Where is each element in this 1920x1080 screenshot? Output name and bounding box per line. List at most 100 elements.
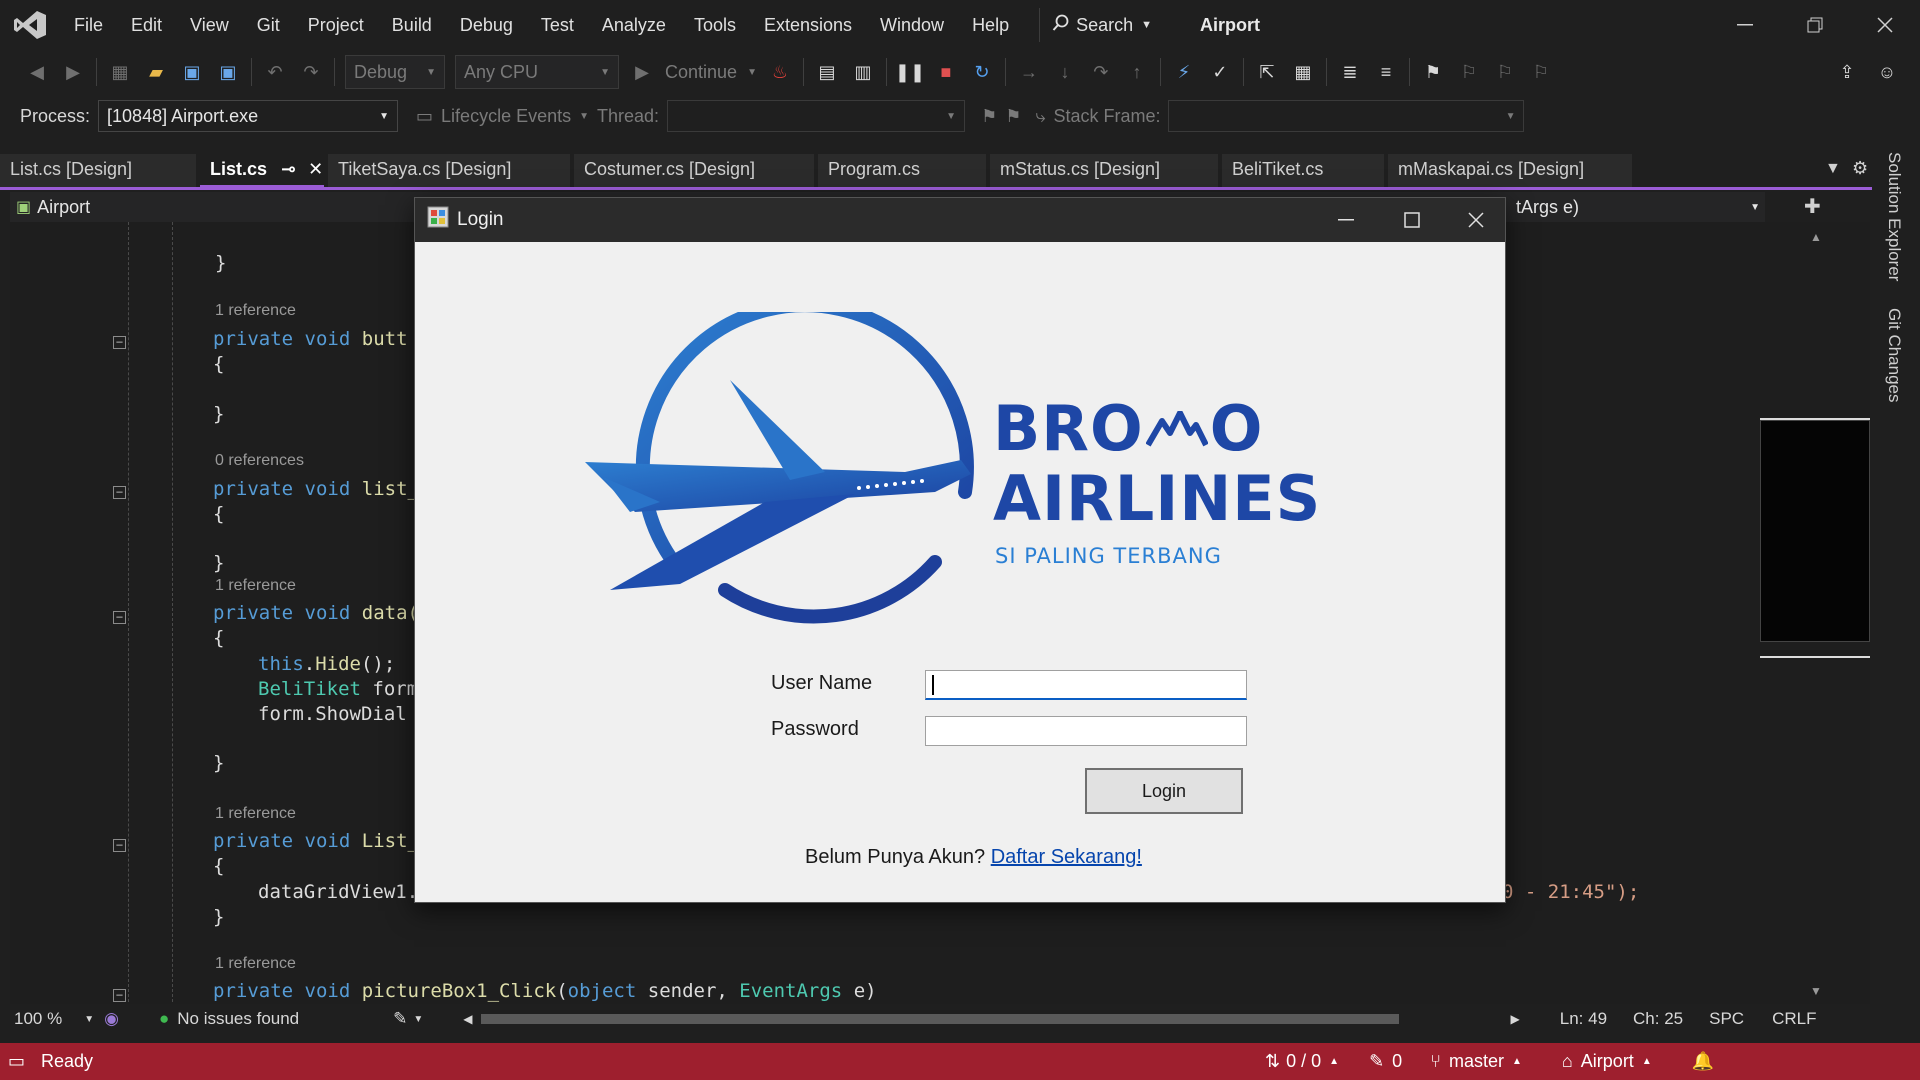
outdent-icon[interactable]: ≡ [1373,59,1399,85]
live-visual-tree-icon[interactable]: ▦ [1290,59,1316,85]
reference-count[interactable]: 1 reference [215,955,296,973]
configuration-select[interactable]: Debug ▼ [345,55,445,89]
brand-logo[interactable]: BRO O AIRLINES SI PALING TERBANG [575,298,1365,642]
reference-count[interactable]: 1 reference [215,805,296,823]
step-out-icon[interactable]: ↑ [1124,59,1150,85]
collapse-icon[interactable]: − [113,839,126,852]
login-button[interactable]: Login [1085,768,1243,814]
menu-item-help[interactable]: Help [958,0,1023,50]
next-bookmark-icon[interactable]: ⚐ [1492,59,1518,85]
collapse-icon[interactable]: − [113,989,126,1002]
collapse-icon[interactable]: − [113,611,126,624]
save-icon[interactable]: ▣ [179,59,205,85]
password-input[interactable] [925,716,1247,746]
copilot-icon[interactable]: ◉ [104,1009,119,1029]
branch-name[interactable]: master [1449,1051,1504,1072]
restore-button[interactable] [1780,0,1850,50]
line-number[interactable]: Ln: 49 [1560,1009,1607,1029]
search-box[interactable]: Search ▼ [1039,8,1164,42]
signup-link[interactable]: Daftar Sekarang! [991,846,1142,868]
undo-icon[interactable]: ↶ [262,59,288,85]
output-window-icon[interactable]: ▭ [8,1051,25,1072]
collapse-icon[interactable]: − [113,336,126,349]
menu-item-git[interactable]: Git [243,0,294,50]
tab-mstatus-cs-design[interactable]: mStatus.cs [Design] [990,154,1218,188]
tab-list-cs-design[interactable]: List.cs [Design] [0,154,196,188]
menu-item-window[interactable]: Window [866,0,958,50]
git-changes-tab[interactable]: Git Changes [1884,308,1904,403]
menu-item-debug[interactable]: Debug [446,0,527,50]
share-icon[interactable]: ⇪ [1834,59,1860,85]
menu-item-project[interactable]: Project [294,0,378,50]
tab-tiketsaya-cs-design[interactable]: TiketSaya.cs [Design] [328,154,570,188]
tab-costumer-cs-design[interactable]: Costumer.cs [Design] [574,154,814,188]
lifecycle-events-button[interactable]: Lifecycle Events [441,106,571,127]
cleanup-brush-icon[interactable]: ✎ [393,1009,407,1029]
solution-explorer-tab[interactable]: Solution Explorer [1884,152,1904,281]
reference-count[interactable]: 0 references [215,452,304,470]
feedback-icon[interactable]: ☺ [1874,59,1900,85]
select-element-icon[interactable]: ⇱ [1254,59,1280,85]
step-over-icon[interactable]: ↷ [1088,59,1114,85]
scrollbar-minimap[interactable]: ▲ ▼ [1760,222,1870,1004]
diagnostics-icon[interactable]: ⚡ [1171,59,1197,85]
scroll-up-arrow-icon[interactable]: ▲ [1810,230,1822,244]
menu-item-extensions[interactable]: Extensions [750,0,866,50]
close-tab-icon[interactable]: ✕ [308,159,323,180]
flag-thread-icon[interactable]: ⚑ [981,106,997,127]
member-select[interactable]: tArgs e) ▼ [1508,192,1768,222]
tab-program-cs[interactable]: Program.cs [818,154,986,188]
continue-play-icon[interactable]: ▶ [629,59,655,85]
reference-count[interactable]: 1 reference [215,577,296,595]
zoom-select[interactable]: 100 % [14,1009,62,1029]
tab-mmaskapai-cs-design[interactable]: mMaskapai.cs [Design] [1388,154,1632,188]
process-select[interactable]: [10848] Airport.exe ▼ [98,100,399,132]
pin-icon[interactable]: ⊸ [281,159,296,180]
thread-select[interactable]: ▼ [667,100,966,132]
scroll-left-icon[interactable]: ◀ [463,1012,472,1026]
dialog-minimize-button[interactable] [1319,198,1373,242]
spell-check-icon[interactable]: ✓ [1207,59,1233,85]
forward-icon[interactable]: ▶ [60,59,86,85]
project-select[interactable]: Airport [37,197,90,218]
platform-select[interactable]: Any CPU ▼ [455,55,619,89]
browse-folder-icon[interactable]: ▤ [814,59,840,85]
show-next-statement-icon[interactable]: → [1016,59,1042,85]
close-button[interactable] [1850,0,1920,50]
step-into-icon[interactable]: ↓ [1052,59,1078,85]
menu-item-test[interactable]: Test [527,0,588,50]
menu-item-tools[interactable]: Tools [680,0,750,50]
scroll-right-icon[interactable]: ▶ [1511,1012,1520,1026]
stack-frame-select[interactable]: ▼ [1168,100,1525,132]
open-folder-icon[interactable]: ▰ [143,59,169,85]
dialog-maximize-button[interactable] [1385,198,1439,242]
split-editor-icon[interactable]: ✚ [1804,194,1821,219]
pause-icon[interactable]: ❚❚ [895,59,925,85]
menu-item-file[interactable]: File [60,0,117,50]
tab-list-cs[interactable]: List.cs ⊸ ✕ [200,154,324,188]
menu-item-edit[interactable]: Edit [117,0,176,50]
gear-icon[interactable]: ⚙ [1852,158,1868,179]
continue-button[interactable]: Continue [665,62,737,83]
username-input[interactable] [925,670,1247,700]
modified-count[interactable]: 0 [1392,1051,1402,1072]
clear-bookmarks-icon[interactable]: ⚐ [1528,59,1554,85]
hot-reload-icon[interactable]: ♨ [767,59,793,85]
bookmark-icon[interactable]: ⚑ [1420,59,1446,85]
reference-count[interactable]: 1 reference [215,302,296,320]
prev-bookmark-icon[interactable]: ⚐ [1456,59,1482,85]
issues-status[interactable]: No issues found [177,1009,299,1029]
redo-icon[interactable]: ↷ [298,59,324,85]
menu-item-build[interactable]: Build [378,0,446,50]
repository-name[interactable]: Airport [1581,1051,1634,1072]
horizontal-scrollbar[interactable] [480,1014,1399,1024]
back-icon[interactable]: ◀ [24,59,50,85]
collapse-icon[interactable]: − [113,486,126,499]
menu-item-analyze[interactable]: Analyze [588,0,680,50]
sync-arrows-icon[interactable]: ⇅ [1265,1051,1280,1072]
minimap-viewport[interactable] [1760,420,1870,642]
pending-changes[interactable]: 0 / 0 [1286,1051,1321,1072]
minimize-button[interactable] [1710,0,1780,50]
notifications-bell-icon[interactable]: 🔔 [1692,1051,1714,1072]
application-insights-icon[interactable]: ▥ [850,59,876,85]
